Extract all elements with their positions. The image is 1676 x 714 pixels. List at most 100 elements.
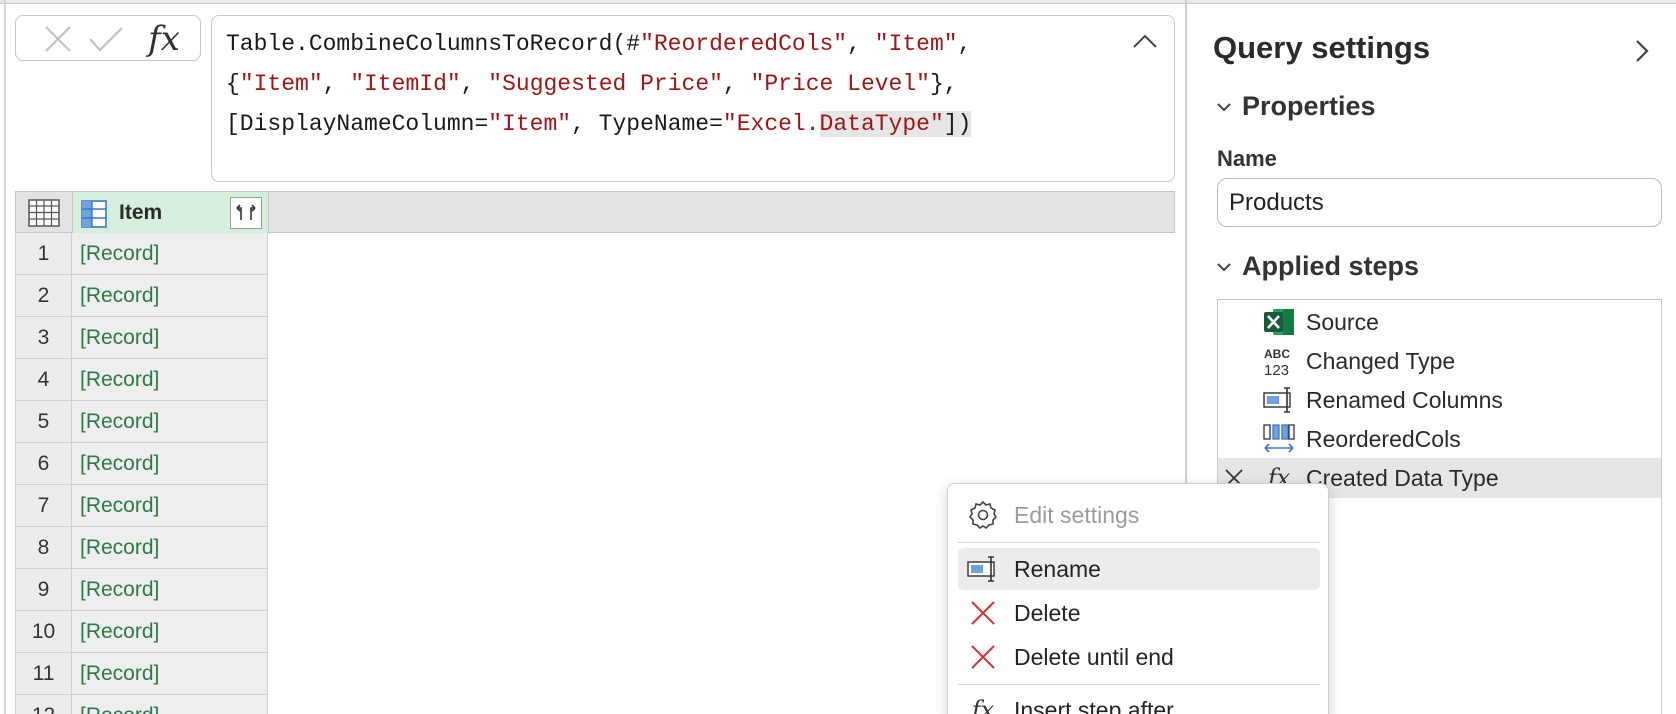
table-row: 6 [Record] bbox=[15, 443, 268, 485]
fx-icon: fx bbox=[148, 19, 180, 59]
fx-icon: fx bbox=[971, 696, 995, 714]
record-cell[interactable]: [Record] bbox=[72, 233, 268, 275]
table-row: 7 [Record] bbox=[15, 485, 268, 527]
row-number[interactable]: 12 bbox=[15, 695, 72, 714]
table-row: 8 [Record] bbox=[15, 527, 268, 569]
chevron-down-icon bbox=[1217, 262, 1231, 271]
code-token: , bbox=[460, 71, 489, 97]
menu-label: Rename bbox=[1014, 555, 1101, 582]
row-number[interactable]: 2 bbox=[15, 275, 72, 317]
code-token: [DisplayNameColumn= bbox=[226, 111, 489, 137]
rename-icon bbox=[966, 554, 1000, 584]
structured-column-icon[interactable] bbox=[81, 200, 107, 233]
delete-x-icon bbox=[966, 642, 1000, 672]
step-label: Created Data Type bbox=[1306, 464, 1499, 491]
menu-label: Delete bbox=[1014, 599, 1081, 626]
window-top-border bbox=[0, 0, 1676, 4]
applied-steps-section-toggle[interactable]: Applied steps bbox=[1216, 251, 1419, 282]
menu-edit-settings[interactable]: Edit settings bbox=[958, 494, 1320, 536]
string-token: "Item" bbox=[874, 31, 958, 57]
highlighted-code-token: ]) bbox=[943, 111, 972, 137]
svg-text:123: 123 bbox=[1264, 362, 1289, 378]
menu-rename[interactable]: Rename bbox=[958, 548, 1320, 590]
record-cell[interactable]: [Record] bbox=[72, 401, 268, 443]
menu-delete-until-end[interactable]: Delete until end bbox=[958, 636, 1320, 678]
check-icon bbox=[89, 27, 123, 52]
insert-function-button[interactable]: fx bbox=[142, 22, 186, 56]
string-token: "Item" bbox=[239, 71, 323, 97]
record-cell[interactable]: [Record] bbox=[72, 695, 268, 714]
row-number[interactable]: 8 bbox=[15, 527, 72, 569]
record-cell[interactable]: [Record] bbox=[72, 527, 268, 569]
table-menu-button[interactable] bbox=[16, 192, 73, 234]
expand-columns-button[interactable] bbox=[230, 197, 262, 229]
table-row: 3 [Record] bbox=[15, 317, 268, 359]
step-changed-type[interactable]: ABC 123 Changed Type bbox=[1218, 341, 1661, 381]
menu-insert-step-after[interactable]: fx Insert step after bbox=[958, 689, 1320, 714]
code-token: , bbox=[957, 31, 972, 57]
properties-section-toggle[interactable]: Properties bbox=[1216, 91, 1376, 122]
collapse-formula-button[interactable] bbox=[1130, 28, 1160, 54]
step-reordered-cols[interactable]: ReorderedCols bbox=[1218, 419, 1661, 459]
record-cell[interactable]: [Record] bbox=[72, 611, 268, 653]
table-icon bbox=[28, 199, 60, 227]
record-cell[interactable]: [Record] bbox=[72, 275, 268, 317]
code-token: , bbox=[322, 71, 351, 97]
string-token: "Excel. bbox=[722, 111, 820, 137]
query-name-input[interactable] bbox=[1217, 178, 1662, 227]
svg-text:ABC: ABC bbox=[1264, 347, 1290, 361]
row-number[interactable]: 10 bbox=[15, 611, 72, 653]
chevron-right-icon bbox=[1636, 40, 1649, 62]
string-token: "ReorderedCols" bbox=[640, 31, 848, 57]
record-cell[interactable]: [Record] bbox=[72, 359, 268, 401]
table-row: 9 [Record] bbox=[15, 569, 268, 611]
record-cell[interactable]: [Record] bbox=[72, 485, 268, 527]
formula-line-1: Table.CombineColumnsToRecord(#"Reordered… bbox=[226, 24, 1160, 64]
step-renamed-columns[interactable]: Renamed Columns bbox=[1218, 380, 1661, 420]
menu-label: Insert step after bbox=[1014, 696, 1174, 714]
menu-label: Delete until end bbox=[1014, 643, 1174, 670]
record-cell[interactable]: [Record] bbox=[72, 569, 268, 611]
row-number[interactable]: 11 bbox=[15, 653, 72, 695]
formula-actions: fx bbox=[15, 15, 201, 61]
row-number[interactable]: 4 bbox=[15, 359, 72, 401]
step-source[interactable]: Source bbox=[1218, 302, 1661, 342]
delete-x-icon bbox=[966, 598, 1000, 628]
code-token: , bbox=[722, 71, 751, 97]
window-left-border bbox=[4, 0, 6, 714]
code-token: { bbox=[226, 71, 240, 97]
table-row: 5 [Record] bbox=[15, 401, 268, 443]
abc-123-icon: ABC 123 bbox=[1262, 345, 1296, 378]
row-number[interactable]: 3 bbox=[15, 317, 72, 359]
table-row: 11 [Record] bbox=[15, 653, 268, 695]
properties-heading: Properties bbox=[1242, 91, 1376, 121]
grid-header: Item bbox=[15, 191, 1175, 234]
record-cell[interactable]: [Record] bbox=[72, 653, 268, 695]
name-label: Name bbox=[1217, 146, 1277, 171]
formula-editor[interactable]: Table.CombineColumnsToRecord(#"Reordered… bbox=[211, 15, 1175, 182]
string-token: "Item" bbox=[488, 111, 572, 137]
commit-formula-button[interactable] bbox=[84, 22, 128, 56]
table-row: 1 [Record] bbox=[15, 233, 268, 275]
cancel-formula-button[interactable] bbox=[36, 22, 80, 56]
row-number[interactable]: 9 bbox=[15, 569, 72, 611]
string-token: "ItemId" bbox=[350, 71, 461, 97]
record-cell[interactable]: [Record] bbox=[72, 317, 268, 359]
menu-delete[interactable]: Delete bbox=[958, 592, 1320, 634]
table-row: 2 [Record] bbox=[15, 275, 268, 317]
row-number[interactable]: 1 bbox=[15, 233, 72, 275]
table-row: 10 [Record] bbox=[15, 611, 268, 653]
row-number[interactable]: 5 bbox=[15, 401, 72, 443]
applied-steps-heading: Applied steps bbox=[1242, 251, 1420, 281]
formula-line-3: [DisplayNameColumn="Item", TypeName="Exc… bbox=[226, 104, 1160, 144]
x-icon bbox=[45, 26, 71, 52]
collapse-panel-button[interactable] bbox=[1630, 36, 1654, 66]
column-header-item[interactable]: Item bbox=[73, 192, 269, 234]
chevron-down-icon bbox=[1217, 102, 1231, 111]
rename-icon bbox=[1262, 384, 1296, 416]
row-number[interactable]: 7 bbox=[15, 485, 72, 527]
record-cell[interactable]: [Record] bbox=[72, 443, 268, 485]
string-token: "Suggested Price" bbox=[488, 71, 723, 97]
step-label: Source bbox=[1306, 308, 1379, 335]
row-number[interactable]: 6 bbox=[15, 443, 72, 485]
